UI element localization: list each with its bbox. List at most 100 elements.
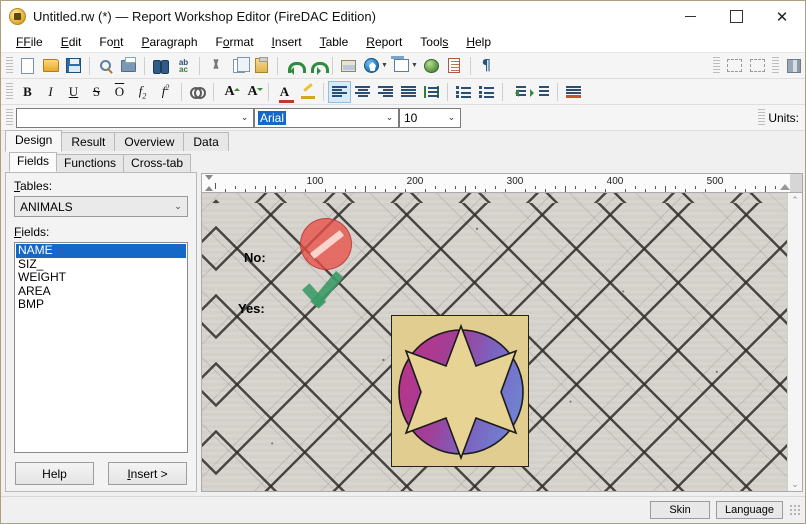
scroll-up-icon[interactable]: ⌃ bbox=[791, 195, 799, 205]
bullet-list-icon[interactable] bbox=[452, 81, 475, 103]
hyperlink-icon[interactable] bbox=[186, 81, 209, 103]
replace-icon[interactable]: abac bbox=[172, 55, 195, 77]
align-left-icon[interactable] bbox=[328, 81, 351, 103]
panes-icon[interactable] bbox=[782, 55, 805, 77]
close-button[interactable]: ✕ bbox=[759, 1, 805, 32]
font-color-icon[interactable]: A bbox=[273, 81, 296, 103]
tab-result[interactable]: Result bbox=[61, 132, 115, 152]
chevron-down-icon[interactable]: ⌄ bbox=[443, 109, 460, 127]
line-spacing-icon[interactable] bbox=[420, 81, 443, 103]
page-footer-icon[interactable] bbox=[746, 55, 769, 77]
open-icon[interactable] bbox=[39, 55, 62, 77]
paragraph-border-icon[interactable] bbox=[562, 81, 585, 103]
strikethrough-icon[interactable]: S bbox=[85, 81, 108, 103]
menu-table[interactable]: Table bbox=[311, 33, 358, 51]
toolbar-grip[interactable] bbox=[713, 57, 720, 75]
page-header-icon[interactable] bbox=[723, 55, 746, 77]
show-marks-icon[interactable]: ¶ bbox=[475, 55, 498, 77]
tab-overview[interactable]: Overview bbox=[114, 132, 184, 152]
ruler-right-marker[interactable] bbox=[780, 184, 790, 190]
highlight-color-icon[interactable] bbox=[296, 81, 319, 103]
redo-icon[interactable] bbox=[305, 55, 328, 77]
horizontal-ruler[interactable]: 100200300400500 bbox=[201, 173, 803, 192]
align-center-icon[interactable] bbox=[351, 81, 374, 103]
status-bar: Skin Language bbox=[1, 496, 806, 523]
print-icon[interactable] bbox=[117, 55, 140, 77]
resize-grip[interactable] bbox=[789, 504, 801, 516]
toolbar-grip[interactable] bbox=[6, 57, 13, 75]
list-item[interactable]: WEIGHT bbox=[16, 271, 186, 285]
menu-edit[interactable]: Edit bbox=[52, 33, 91, 51]
shrink-font-icon[interactable]: A bbox=[241, 81, 264, 103]
numbered-list-icon[interactable] bbox=[475, 81, 498, 103]
find-icon[interactable] bbox=[149, 55, 172, 77]
menu-font[interactable]: Font bbox=[90, 33, 132, 51]
panel-tab-functions[interactable]: Functions bbox=[56, 154, 124, 172]
list-item[interactable]: BMP bbox=[16, 298, 186, 312]
canvas-vertical-scrollbar[interactable]: ⌃ ⌄ bbox=[787, 193, 802, 491]
skin-button[interactable]: Skin bbox=[650, 501, 710, 519]
print-preview-icon[interactable] bbox=[94, 55, 117, 77]
cut-icon[interactable] bbox=[204, 55, 227, 77]
menu-tools[interactable]: Tools bbox=[411, 33, 457, 51]
paste-icon[interactable] bbox=[250, 55, 273, 77]
language-button[interactable]: Language bbox=[716, 501, 783, 519]
font-name-combo[interactable]: Arial ⌄ bbox=[254, 108, 399, 128]
help-button[interactable]: Help bbox=[15, 462, 94, 485]
scroll-down-icon[interactable]: ⌄ bbox=[791, 479, 799, 489]
menu-help[interactable]: Help bbox=[457, 33, 500, 51]
green-checkmark-icon[interactable] bbox=[300, 268, 356, 314]
grow-font-icon[interactable]: A bbox=[218, 81, 241, 103]
overline-icon[interactable]: O bbox=[108, 81, 131, 103]
underline-icon[interactable]: U bbox=[62, 81, 85, 103]
subscript-icon[interactable]: f2 bbox=[131, 81, 154, 103]
toolbar-grip[interactable] bbox=[6, 109, 13, 127]
undo-icon[interactable] bbox=[282, 55, 305, 77]
minimize-button[interactable] bbox=[667, 1, 713, 32]
increase-indent-icon[interactable] bbox=[530, 81, 553, 103]
tables-select[interactable]: ANIMALS ⌄ bbox=[14, 196, 188, 217]
menu-report[interactable]: Report bbox=[357, 33, 411, 51]
panel-tab-crosstab[interactable]: Cross-tab bbox=[123, 154, 191, 172]
chevron-down-icon[interactable]: ⌄ bbox=[169, 201, 187, 212]
toolbar-grip[interactable] bbox=[758, 109, 765, 127]
list-item[interactable]: AREA bbox=[16, 285, 186, 299]
eight-point-star-image[interactable] bbox=[391, 315, 529, 467]
toolbar-grip[interactable] bbox=[6, 83, 13, 101]
insert-table-icon[interactable] bbox=[390, 55, 413, 77]
maximize-button[interactable] bbox=[713, 1, 759, 32]
decrease-indent-icon[interactable] bbox=[507, 81, 530, 103]
menu-paragraph[interactable]: Paragraph bbox=[132, 33, 206, 51]
report-canvas[interactable]: No: Yes: bbox=[202, 193, 787, 491]
insert-button[interactable]: Insert > bbox=[108, 462, 187, 485]
insert-hyperlink-icon[interactable] bbox=[420, 55, 443, 77]
ruler-tick bbox=[555, 186, 556, 189]
list-item[interactable]: SIZ_ bbox=[16, 258, 186, 272]
menu-file[interactable]: FFile bbox=[7, 33, 52, 51]
paragraph-style-combo[interactable]: ⌄ bbox=[16, 108, 254, 128]
ruler-left-marker[interactable] bbox=[205, 175, 214, 191]
chevron-down-icon[interactable]: ⌄ bbox=[381, 109, 398, 127]
new-icon[interactable] bbox=[16, 55, 39, 77]
italic-icon[interactable]: I bbox=[39, 81, 62, 103]
prohibition-sign-icon[interactable] bbox=[300, 218, 352, 270]
insert-object-icon[interactable] bbox=[360, 55, 383, 77]
save-icon[interactable] bbox=[62, 55, 85, 77]
chevron-down-icon[interactable]: ⌄ bbox=[236, 109, 253, 127]
fields-listbox[interactable]: NAME SIZ_ WEIGHT AREA BMP bbox=[14, 242, 188, 453]
copy-icon[interactable] bbox=[227, 55, 250, 77]
menu-insert[interactable]: Insert bbox=[263, 33, 311, 51]
insert-page-icon[interactable] bbox=[443, 55, 466, 77]
bold-icon[interactable]: B bbox=[16, 81, 39, 103]
panel-tab-fields[interactable]: Fields bbox=[9, 152, 57, 172]
superscript-icon[interactable]: f2 bbox=[154, 81, 177, 103]
menu-format[interactable]: Format bbox=[207, 33, 263, 51]
tab-design[interactable]: Design bbox=[5, 130, 62, 152]
font-size-combo[interactable]: 10 ⌄ bbox=[399, 108, 461, 128]
list-item[interactable]: NAME bbox=[16, 244, 186, 258]
align-right-icon[interactable] bbox=[374, 81, 397, 103]
toolbar-grip[interactable] bbox=[772, 57, 779, 75]
insert-image-icon[interactable] bbox=[337, 55, 360, 77]
tab-data[interactable]: Data bbox=[183, 132, 228, 152]
align-justify-icon[interactable] bbox=[397, 81, 420, 103]
